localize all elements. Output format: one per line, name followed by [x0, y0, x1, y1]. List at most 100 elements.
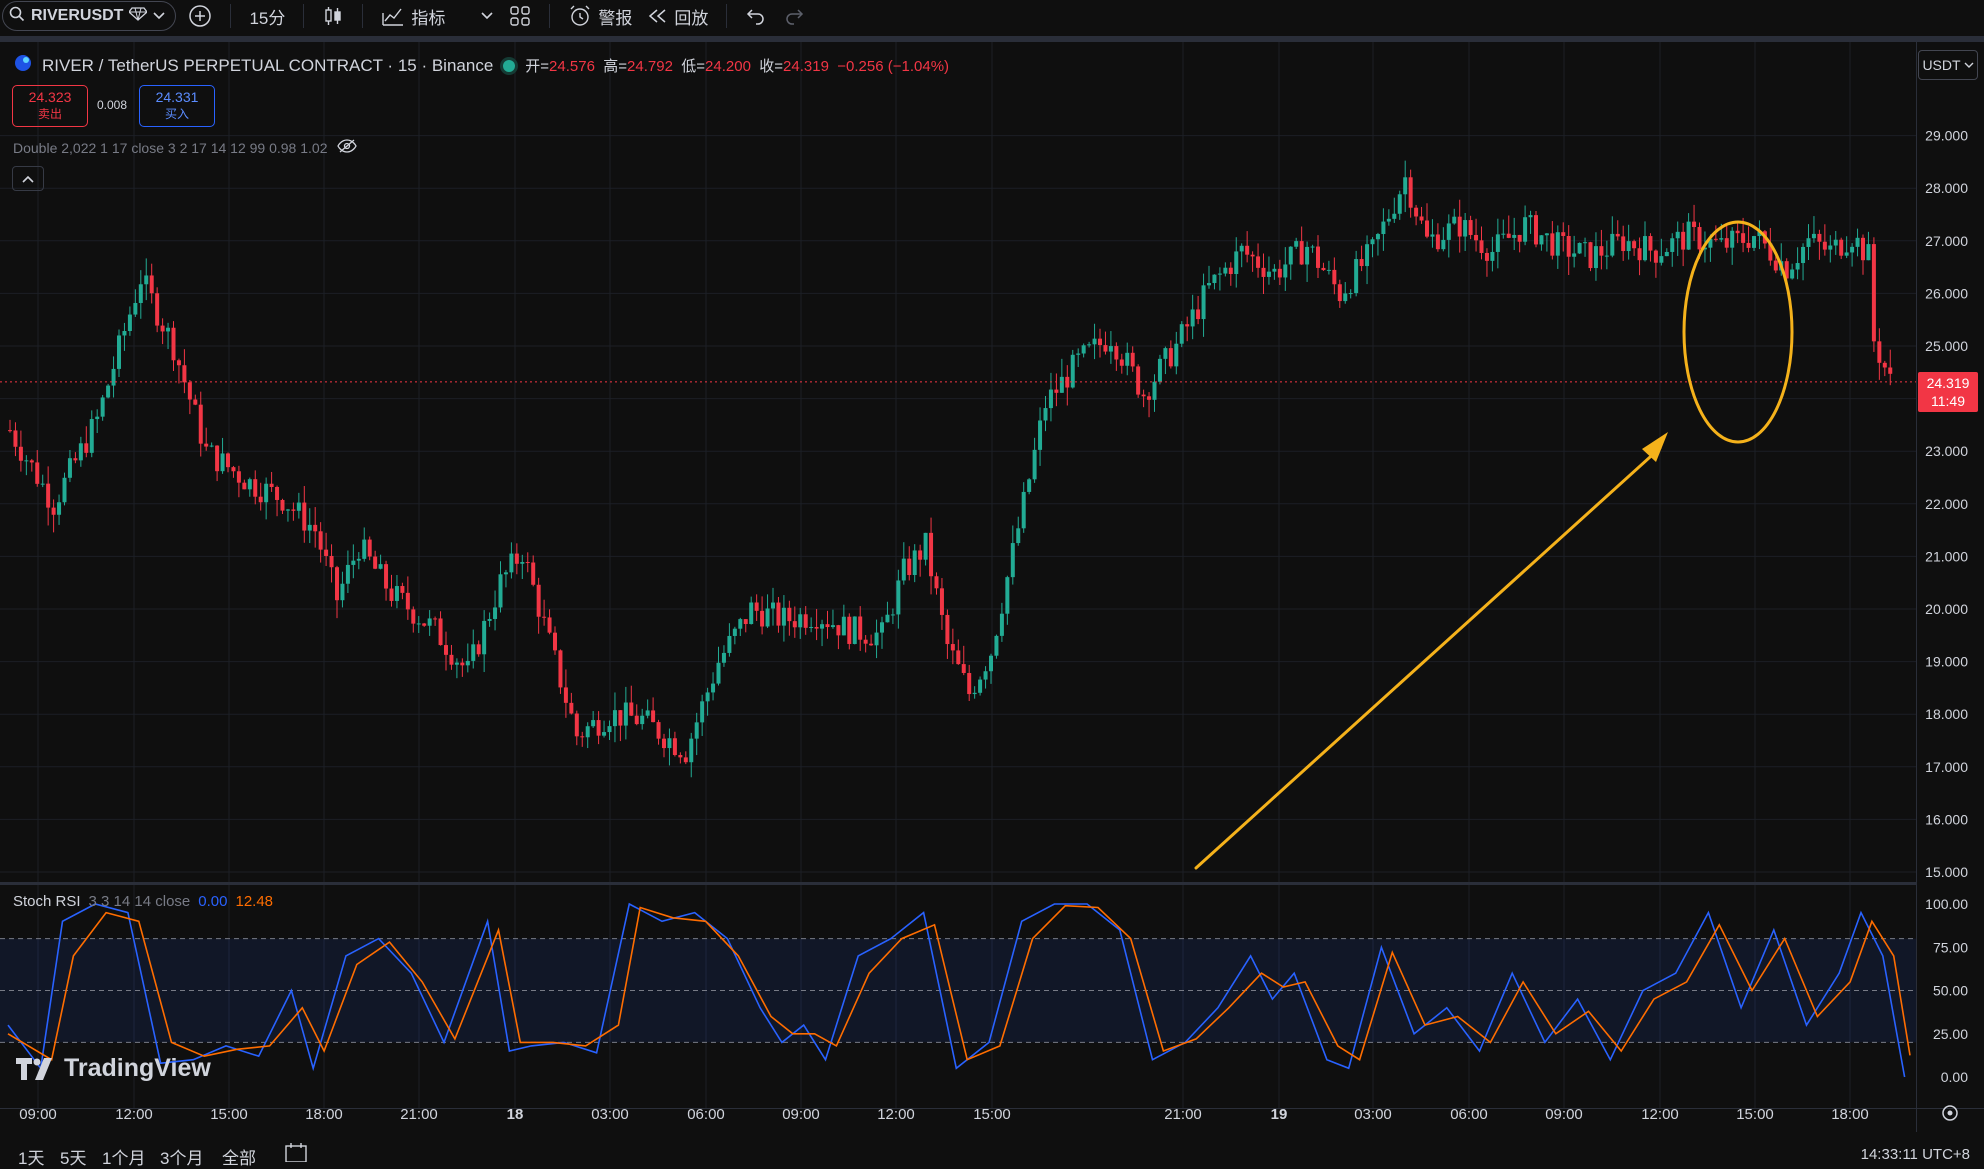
candle-body [89, 419, 94, 453]
candle-body [405, 592, 410, 610]
candle-body [1130, 352, 1135, 367]
candle-body [356, 558, 361, 561]
candle-body [95, 416, 100, 420]
candle-body [1103, 345, 1108, 352]
range-1d[interactable]: 1天 [18, 1144, 44, 1169]
stoch-legend[interactable]: Stoch RSI 3 3 14 14 close 0.00 12.48 [13, 893, 273, 910]
collapse-legend-button[interactable] [12, 166, 44, 191]
candle-body [296, 502, 301, 511]
range-3m[interactable]: 3个月 [160, 1144, 203, 1169]
candle-body [247, 479, 252, 490]
candle-body [672, 738, 677, 756]
price-axis: 15.000 16.000 17.000 18.000 19.000 20.000 21.0… [1925, 128, 1968, 880]
sell-button[interactable]: 24.323 卖出 [12, 85, 88, 127]
candle-body [1043, 408, 1048, 421]
stoch-tick-label: 50.00 [1933, 983, 1968, 999]
candle-body [1207, 283, 1211, 286]
candle-body [912, 550, 917, 575]
chevron-down-icon [1964, 62, 1974, 68]
candle-body [460, 662, 465, 666]
candle-body [743, 619, 748, 625]
candle-body [204, 443, 209, 447]
candle-body [433, 618, 438, 620]
candle-body [918, 550, 923, 560]
candle-body [471, 644, 476, 661]
sell-label: 卖出 [37, 107, 62, 121]
candle-body [1321, 267, 1326, 271]
eye-hidden-icon[interactable] [337, 139, 358, 156]
candle-body [1326, 269, 1331, 271]
candle-body [1343, 293, 1348, 302]
price-tick-label: 28.000 [1925, 180, 1968, 196]
candle-body [629, 702, 634, 716]
candle-body [100, 397, 105, 417]
buy-button[interactable]: 24.331 买入 [139, 85, 215, 127]
tradingview-wordmark: TradingView [64, 1054, 211, 1082]
indicator-legend[interactable]: Double 2,022 1 17 close 3 2 17 14 12 99 … [13, 139, 358, 156]
candle-body [1076, 353, 1081, 355]
currency-select[interactable]: USDT [1918, 50, 1978, 80]
candle-body [1375, 234, 1380, 240]
candle-body [1239, 245, 1244, 252]
candle-body [1223, 267, 1228, 274]
time-tick-label: 18:00 [1831, 1106, 1869, 1123]
candle-body [13, 430, 18, 447]
candle-body [269, 483, 274, 488]
candle-body [1621, 236, 1626, 252]
chevron-up-icon [22, 175, 34, 183]
candle-body [1577, 242, 1582, 254]
candle-body [563, 687, 568, 703]
price-chart[interactable]: 15.000 16.000 17.000 18.000 19.000 20.000 21.0… [0, 0, 1984, 1161]
candle-body [700, 701, 705, 723]
range-5d[interactable]: 5天 [60, 1144, 86, 1169]
candle-body [945, 614, 950, 645]
candle-body [1648, 236, 1653, 251]
candle-body [852, 616, 857, 644]
candle-body [934, 576, 939, 589]
candle-body [1626, 241, 1631, 252]
candle-body [1637, 248, 1642, 261]
stoch-k-value: 0.00 [198, 893, 228, 910]
candle-body [1266, 271, 1271, 277]
candle-body [1506, 233, 1511, 238]
annotation-arrow-head [1642, 432, 1668, 462]
candle-body [1735, 230, 1740, 234]
time-tick-label: 15:00 [973, 1106, 1011, 1123]
candle-body [111, 368, 116, 386]
clock[interactable]: 14:33:11 UTC+8 [1861, 1146, 1970, 1163]
candle-body [1801, 246, 1806, 264]
pane-separator [0, 882, 1916, 885]
candle-body [1397, 194, 1402, 214]
candle-body [536, 584, 541, 617]
candle-body [1054, 389, 1059, 393]
symbol-title[interactable]: RIVER / TetherUS PERPETUAL CONTRACT · 15… [42, 56, 493, 76]
candle-body [422, 623, 427, 626]
candle-body [24, 460, 29, 462]
market-open-icon [503, 59, 516, 72]
candle-body [847, 616, 852, 644]
time-tick-label: 06:00 [687, 1106, 725, 1123]
candle-body [1730, 230, 1735, 248]
candle-body [607, 726, 612, 733]
range-1m[interactable]: 1个月 [102, 1144, 145, 1169]
candle-body [138, 284, 143, 303]
candle-body [384, 564, 389, 589]
time-tick-label: 09:00 [782, 1106, 820, 1123]
range-all[interactable]: 全部 [222, 1144, 256, 1169]
candle-body [749, 602, 754, 625]
calendar-icon[interactable] [284, 1142, 308, 1167]
candle-body [160, 325, 165, 332]
candle-body [389, 588, 394, 601]
binance-logo-icon [14, 54, 32, 77]
candle-body [923, 532, 928, 560]
candle-body [1871, 244, 1876, 342]
candle-body [961, 664, 966, 674]
candle-body [1016, 528, 1021, 544]
tradingview-logo[interactable]: TradingView [16, 1054, 211, 1083]
candle-body [716, 662, 721, 684]
candle-body [983, 671, 988, 680]
candle-body [509, 553, 514, 573]
price-tick-label: 16.000 [1925, 811, 1968, 827]
candle-body [18, 446, 23, 461]
stoch-axis: 0.00 25.00 50.00 75.00 100.00 [1925, 896, 1968, 1085]
